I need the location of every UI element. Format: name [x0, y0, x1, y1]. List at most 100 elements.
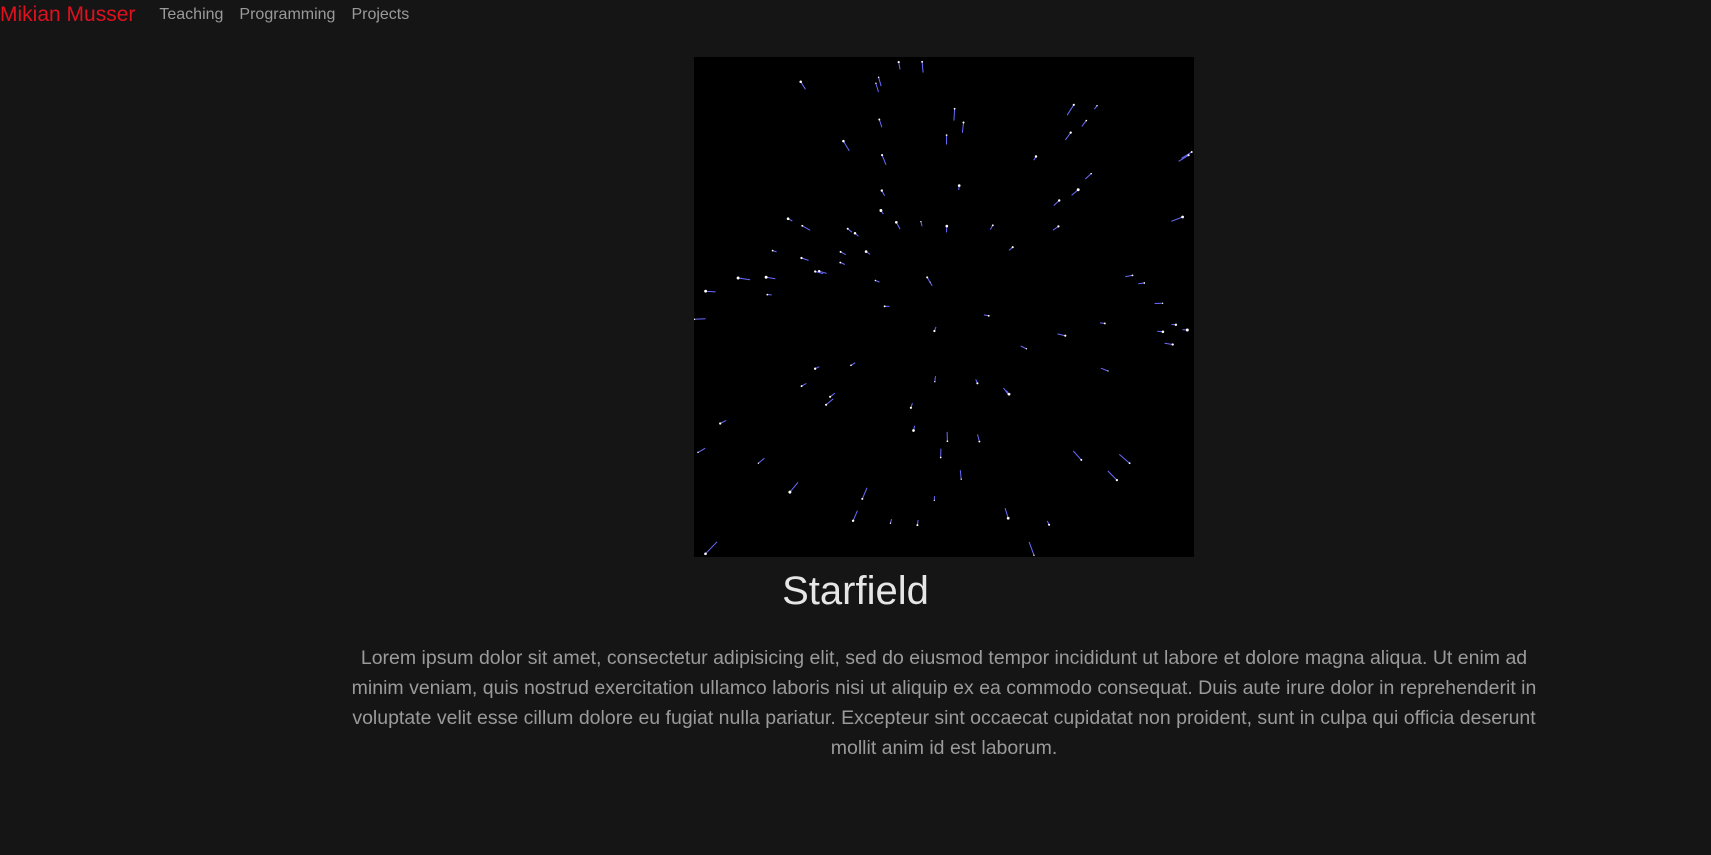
starfield-graphic [694, 60, 1193, 557]
star [976, 382, 979, 385]
star [945, 224, 949, 228]
star-trail [852, 510, 858, 521]
star [800, 385, 803, 388]
star-trail [881, 154, 887, 165]
star-trail [921, 61, 924, 73]
star-trail [1003, 387, 1009, 395]
star-trail [758, 457, 765, 464]
star [757, 462, 760, 464]
star [1007, 392, 1011, 396]
star-trail [959, 470, 962, 480]
star [1034, 155, 1038, 158]
nav-link-projects[interactable]: Projects [351, 0, 409, 30]
star-trail [1066, 104, 1075, 116]
brand-link[interactable]: Mikian Musser [0, 0, 135, 30]
star [1161, 330, 1165, 334]
star [934, 381, 936, 383]
star-trail [920, 221, 923, 227]
star-trail [878, 77, 882, 87]
star [764, 275, 768, 279]
star-trail [1125, 274, 1133, 278]
star [1085, 119, 1088, 122]
star-trail [1171, 216, 1183, 222]
star-trail [934, 376, 936, 382]
star [879, 209, 883, 212]
star [1072, 103, 1075, 106]
star [801, 224, 804, 227]
top-nav: Mikian Musser Teaching Programming Proje… [0, 0, 425, 30]
star-trail [1004, 507, 1009, 519]
star [736, 276, 740, 280]
starfield-canvas [694, 57, 1194, 557]
star [839, 261, 842, 264]
star-trail [961, 122, 964, 133]
star [991, 224, 994, 227]
star [877, 76, 880, 78]
star [916, 524, 919, 527]
star-trail [842, 140, 850, 152]
star-trail [825, 398, 834, 406]
star-trail [1081, 120, 1087, 127]
star [945, 134, 948, 136]
star [788, 490, 792, 494]
star [1058, 199, 1061, 202]
star [874, 279, 877, 282]
star-trail [953, 108, 956, 121]
star [960, 478, 962, 480]
star [1096, 104, 1098, 107]
nav-link-programming[interactable]: Programming [239, 0, 335, 30]
star-trail [1020, 345, 1027, 350]
star-trail [1084, 173, 1092, 180]
star [1185, 328, 1189, 332]
star [1090, 172, 1092, 175]
star [697, 451, 699, 454]
star-trail [898, 62, 901, 70]
star-trail [875, 83, 879, 93]
star [962, 121, 965, 124]
star [1048, 523, 1051, 526]
star [839, 250, 842, 253]
star [880, 189, 883, 192]
star [1171, 343, 1174, 346]
star [920, 220, 922, 223]
star [1143, 282, 1146, 284]
nav-link-teaching[interactable]: Teaching [159, 0, 223, 30]
star [850, 364, 852, 367]
star [1174, 323, 1178, 326]
star-trail [800, 81, 806, 90]
star-trail [1138, 282, 1145, 285]
star [1080, 458, 1083, 461]
star [953, 107, 956, 110]
star [1011, 246, 1014, 249]
star-trail [694, 318, 706, 320]
star [766, 293, 769, 296]
star [842, 139, 845, 143]
star [853, 232, 857, 235]
star [1103, 322, 1106, 325]
star [1057, 225, 1060, 228]
star [800, 256, 803, 260]
star [1187, 154, 1190, 157]
project-description: Lorem ipsum dolor sit amet, consectetur … [351, 647, 1537, 759]
star-trail [1072, 450, 1082, 461]
star [957, 184, 961, 187]
star [909, 406, 912, 409]
star-trail [1064, 132, 1072, 141]
star-trail [705, 290, 716, 293]
star-trail [1118, 454, 1130, 464]
star-trail [802, 225, 811, 231]
star-trail [738, 277, 751, 281]
star [704, 289, 707, 293]
star-trail [1178, 154, 1189, 162]
star [1064, 334, 1067, 337]
star [813, 367, 817, 370]
star-trail [861, 487, 868, 500]
star-trail [878, 119, 883, 128]
star-trail [1107, 470, 1118, 481]
star-trail [705, 541, 718, 555]
star [878, 118, 881, 121]
star [926, 276, 929, 279]
star [933, 499, 935, 502]
star [829, 395, 832, 398]
star [889, 522, 892, 524]
